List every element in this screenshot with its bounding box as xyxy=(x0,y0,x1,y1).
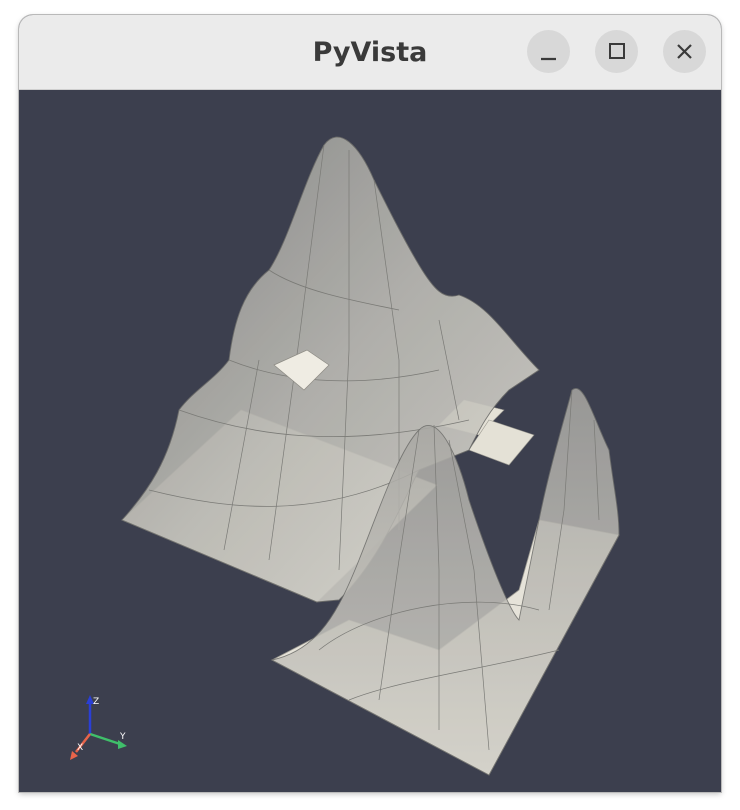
close-icon xyxy=(677,44,692,59)
x-axis-label: X xyxy=(77,743,83,753)
y-axis-line xyxy=(89,732,121,746)
pyvista-window: PyVista Z Y X xyxy=(19,15,721,792)
minimize-icon xyxy=(541,57,556,61)
maximize-icon xyxy=(609,43,625,59)
title-bar[interactable]: PyVista xyxy=(19,15,721,90)
z-axis-label: Z xyxy=(93,697,99,707)
minimize-button[interactable] xyxy=(527,30,570,73)
orientation-axes-widget: Z Y X xyxy=(70,695,127,760)
maximize-button[interactable] xyxy=(595,30,638,73)
render-viewport[interactable]: Z Y X xyxy=(19,90,721,792)
y-axis-label: Y xyxy=(119,732,126,742)
close-button[interactable] xyxy=(663,30,706,73)
terrain-mesh-render: Z Y X xyxy=(70,136,620,776)
